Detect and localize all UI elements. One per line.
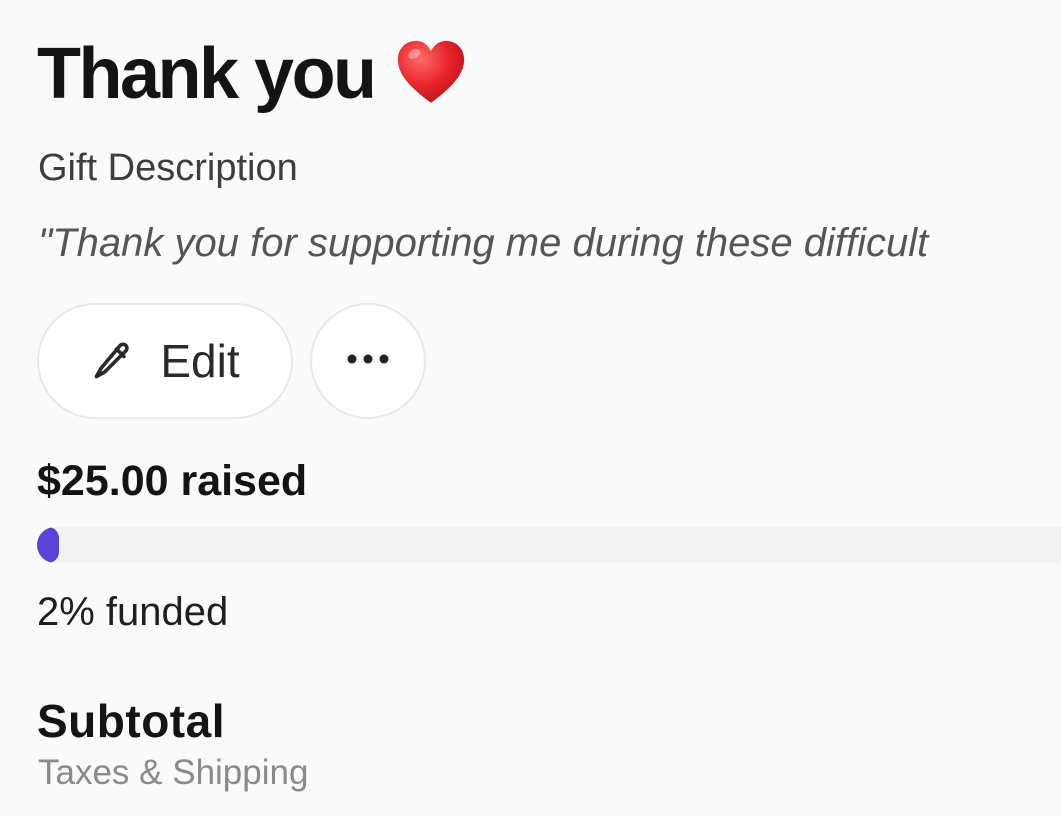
edit-button-label: Edit [160, 335, 240, 387]
action-buttons: Edit [37, 303, 426, 419]
funded-percentage: 2% funded [37, 590, 229, 634]
subtotal-label: Subtotal [37, 695, 225, 747]
pencil-icon [90, 339, 134, 383]
gift-description-label: Gift Description [38, 147, 298, 189]
more-options-button[interactable] [310, 303, 426, 419]
taxes-shipping-label: Taxes & Shipping [38, 753, 309, 792]
edit-button[interactable]: Edit [37, 303, 293, 419]
title-row: Thank you [37, 30, 467, 118]
funding-progress-bar [37, 527, 1061, 563]
page-title: Thank you [37, 34, 377, 114]
funding-progress-fill [37, 527, 59, 563]
heart-icon [395, 38, 467, 110]
more-horizontal-icon [346, 352, 390, 370]
gift-description-text: "Thank you for supporting me during thes… [38, 221, 929, 265]
gift-detail-page: Thank you Gift Description "Thank you fo… [0, 0, 1061, 816]
amount-raised: $25.00 raised [37, 457, 308, 505]
